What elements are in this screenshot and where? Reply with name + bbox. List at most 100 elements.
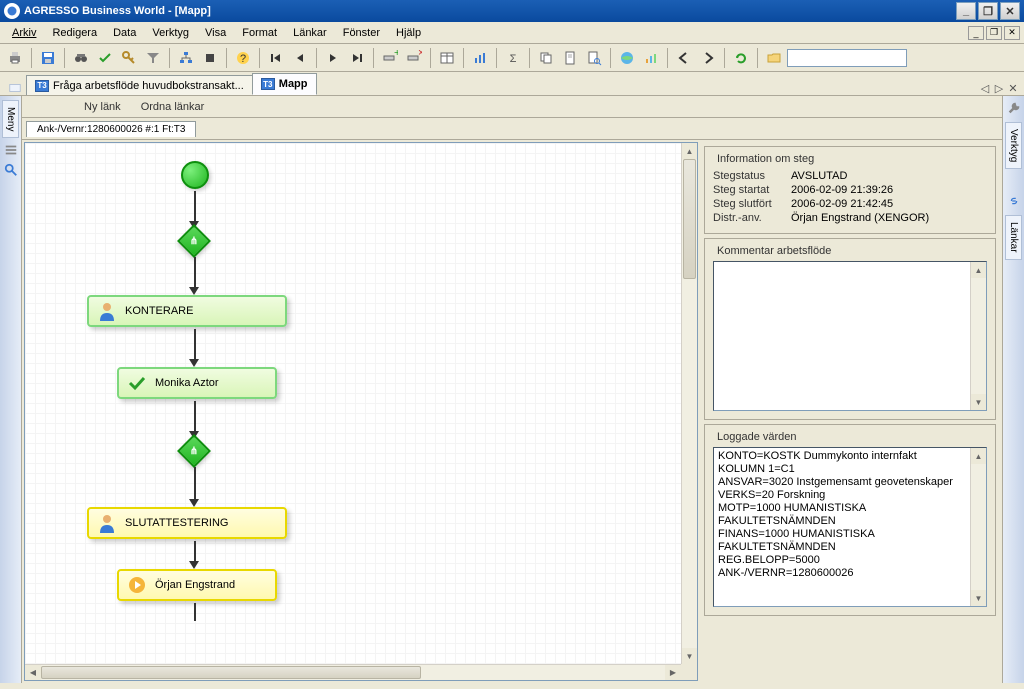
textbox-scrollbar[interactable]: ▲▼ xyxy=(970,262,986,410)
start-node[interactable] xyxy=(181,161,209,189)
tab-icon: T3 xyxy=(261,78,275,90)
document-tabstrip: T3 Fråga arbetsflöde huvudbokstransakt..… xyxy=(0,72,1024,96)
forward-icon[interactable] xyxy=(697,47,719,69)
table-icon[interactable] xyxy=(436,47,458,69)
tab-icon: T3 xyxy=(35,80,49,92)
gateway-node-2[interactable]: ⋔ xyxy=(177,434,211,468)
gateway-node-1[interactable]: ⋔ xyxy=(177,224,211,258)
minimize-button[interactable]: _ xyxy=(956,2,976,20)
filter-icon[interactable] xyxy=(142,47,164,69)
ordna-lankar-link[interactable]: Ordna länkar xyxy=(137,99,209,115)
scroll-right-icon[interactable]: ▶ xyxy=(665,665,681,680)
tab-fraga[interactable]: T3 Fråga arbetsflöde huvudbokstransakt..… xyxy=(26,75,253,95)
menu-arkiv[interactable]: Arkiv xyxy=(4,25,44,41)
scroll-up-icon[interactable]: ▲ xyxy=(682,143,697,159)
scroll-down-icon[interactable]: ▼ xyxy=(971,590,986,606)
menu-fonster[interactable]: Fönster xyxy=(335,25,388,41)
scroll-down-icon[interactable]: ▼ xyxy=(682,648,697,664)
svg-text:?: ? xyxy=(240,53,246,65)
next-icon[interactable] xyxy=(322,47,344,69)
toolbar-search-input[interactable] xyxy=(787,49,907,67)
link-icon[interactable] xyxy=(1006,193,1022,209)
scroll-thumb[interactable] xyxy=(41,666,421,679)
save-icon[interactable] xyxy=(37,47,59,69)
menu-verktyg[interactable]: Verktyg xyxy=(144,25,197,41)
breadcrumb[interactable]: Ank-/Vernr:1280600026 #:1 Ft:T3 xyxy=(26,121,196,137)
info-label: Distr.-anv. xyxy=(713,212,783,224)
key-icon[interactable] xyxy=(118,47,140,69)
menu-lankar[interactable]: Länkar xyxy=(285,25,335,41)
info-row: Distr.-anv.Örjan Engstrand (XENGOR) xyxy=(713,211,987,225)
menu-visa[interactable]: Visa xyxy=(197,25,234,41)
copy-icon[interactable] xyxy=(535,47,557,69)
center-area: Ny länk Ordna länkar Ank-/Vernr:12806000… xyxy=(22,96,1002,683)
last-icon[interactable] xyxy=(346,47,368,69)
magnifier-icon[interactable] xyxy=(3,162,19,178)
scroll-thumb[interactable] xyxy=(683,159,696,279)
menu-format[interactable]: Format xyxy=(234,25,285,41)
print-icon[interactable] xyxy=(4,47,26,69)
check-icon[interactable] xyxy=(94,47,116,69)
loggade-textarea[interactable]: KONTO=KOSTK Dummykonto internfakt KOLUMN… xyxy=(713,447,987,607)
ny-lank-link[interactable]: Ny länk xyxy=(80,99,125,115)
vertical-scrollbar[interactable]: ▲ ▼ xyxy=(681,143,697,664)
folder-icon[interactable] xyxy=(763,47,785,69)
info-value: 2006-02-09 21:39:26 xyxy=(791,184,893,196)
back-icon[interactable] xyxy=(673,47,695,69)
step-detail-panel: Information om steg StegstatusAVSLUTAD S… xyxy=(700,142,1000,681)
mdi-restore-button[interactable]: ❐ xyxy=(986,26,1002,40)
wrench-icon[interactable] xyxy=(1006,100,1022,116)
task-konterare[interactable]: KONTERARE xyxy=(87,295,287,327)
stop-icon[interactable] xyxy=(199,47,221,69)
loggade-content: KONTO=KOSTK Dummykonto internfakt KOLUMN… xyxy=(714,448,986,582)
task-slutattestering[interactable]: SLUTATTESTERING xyxy=(87,507,287,539)
info-label: Steg startat xyxy=(713,184,783,196)
tabstrip-close-icon[interactable]: ✕ xyxy=(1006,81,1020,95)
search-document-icon[interactable] xyxy=(583,47,605,69)
order-icon[interactable] xyxy=(3,142,19,158)
sum-icon[interactable]: Σ xyxy=(502,47,524,69)
row-add-icon[interactable]: + xyxy=(379,47,401,69)
left-rail-meny[interactable]: Meny xyxy=(2,100,19,138)
row-remove-icon[interactable]: × xyxy=(403,47,425,69)
textbox-scrollbar[interactable]: ▲▼ xyxy=(970,448,986,606)
check-icon xyxy=(127,373,147,393)
mdi-close-button[interactable]: ✕ xyxy=(1004,26,1020,40)
binoculars-icon[interactable] xyxy=(70,47,92,69)
prev-icon[interactable] xyxy=(289,47,311,69)
scroll-down-icon[interactable]: ▼ xyxy=(971,394,986,410)
app-icon xyxy=(4,3,20,19)
scroll-up-icon[interactable]: ▲ xyxy=(971,448,986,464)
mdi-minimize-button[interactable]: _ xyxy=(968,26,984,40)
menu-hjalp[interactable]: Hjälp xyxy=(388,25,429,41)
task-orjan[interactable]: Örjan Engstrand xyxy=(117,569,277,601)
help-icon[interactable]: ? xyxy=(232,47,254,69)
svg-text:+: + xyxy=(394,50,398,59)
info-row: StegstatusAVSLUTAD xyxy=(713,169,987,183)
scroll-left-icon[interactable]: ◀ xyxy=(25,665,41,680)
kommentar-textarea[interactable]: ▲▼ xyxy=(713,261,987,411)
window-title: AGRESSO Business World - [Mapp] xyxy=(24,5,211,17)
menu-data[interactable]: Data xyxy=(105,25,144,41)
globe-icon[interactable] xyxy=(616,47,638,69)
workflow-canvas[interactable]: ⋔ KONTERARE Monika Aztor xyxy=(25,143,681,664)
first-icon[interactable] xyxy=(265,47,287,69)
tab-mapp[interactable]: T3 Mapp xyxy=(252,73,317,95)
maximize-button[interactable]: ❐ xyxy=(978,2,998,20)
chart-bars-icon[interactable] xyxy=(640,47,662,69)
scroll-up-icon[interactable]: ▲ xyxy=(971,262,986,278)
right-rail-verktyg[interactable]: Verktyg xyxy=(1005,122,1022,169)
refresh-icon[interactable] xyxy=(730,47,752,69)
horizontal-scrollbar[interactable]: ◀ ▶ xyxy=(25,664,681,680)
task-monika[interactable]: Monika Aztor xyxy=(117,367,277,399)
chart-icon[interactable] xyxy=(469,47,491,69)
tabstrip-next-icon[interactable]: ▷ xyxy=(992,81,1006,95)
document-icon[interactable] xyxy=(559,47,581,69)
hierarchy-icon[interactable] xyxy=(175,47,197,69)
close-button[interactable]: ✕ xyxy=(1000,2,1020,20)
right-rail-lankar[interactable]: Länkar xyxy=(1005,215,1022,260)
menu-redigera[interactable]: Redigera xyxy=(44,25,105,41)
info-value: 2006-02-09 21:42:45 xyxy=(791,198,893,210)
info-legend: Information om steg xyxy=(713,153,818,165)
tabstrip-prev-icon[interactable]: ◁ xyxy=(978,81,992,95)
